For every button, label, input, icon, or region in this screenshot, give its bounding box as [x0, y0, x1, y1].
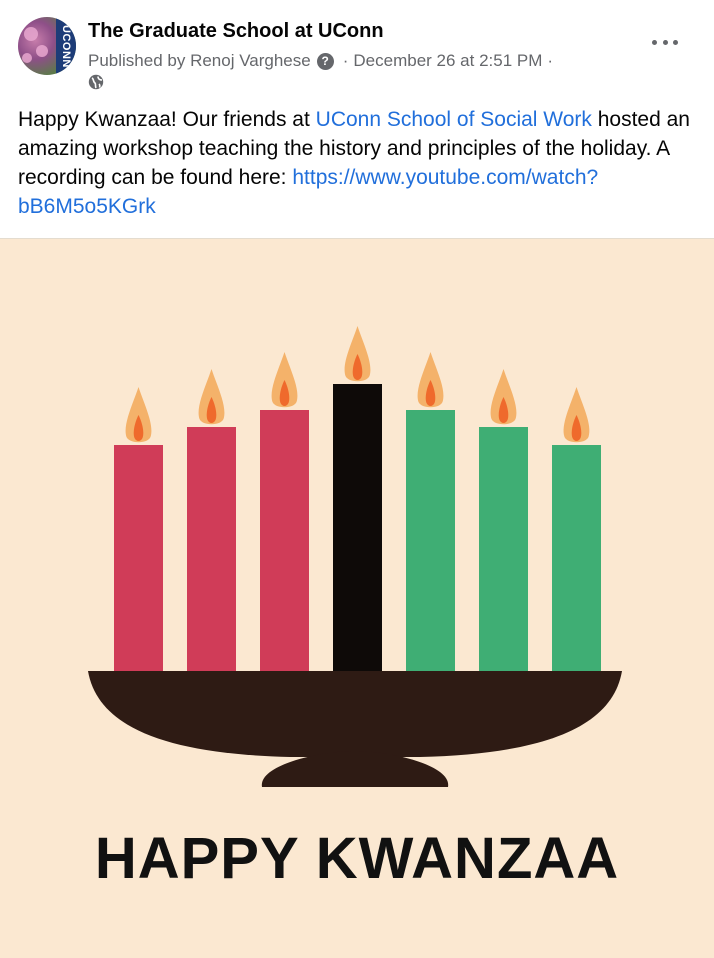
meta-separator: · — [547, 51, 554, 70]
post-meta: Published by Renoj Varghese ? · December… — [88, 51, 558, 71]
candle — [187, 427, 236, 671]
globe-icon[interactable] — [88, 74, 104, 90]
candle — [406, 410, 455, 671]
candle — [552, 445, 601, 671]
candle — [333, 384, 382, 671]
mention-link[interactable]: UConn School of Social Work — [316, 108, 592, 131]
post-timestamp[interactable]: December 26 at 2:51 PM — [353, 51, 542, 71]
happy-kwanzaa-text: HAPPY KWANZAA — [94, 826, 620, 891]
uconn-logo: UCONN — [56, 17, 76, 75]
post-image[interactable]: HAPPY KWANZAA — [0, 238, 714, 958]
page-name-link[interactable]: The Graduate School at UConn — [88, 20, 384, 43]
published-by-text: Published by Renoj Varghese — [88, 51, 311, 70]
more-icon[interactable] — [652, 32, 678, 52]
candle — [260, 410, 309, 671]
candle — [479, 427, 528, 671]
kinara-holder — [88, 671, 622, 787]
candle — [114, 445, 163, 671]
post-text-intro: Happy Kwanzaa! Our friends at — [18, 108, 316, 131]
post-header: UCONN The Graduate School at UConn Publi… — [0, 0, 714, 100]
meta-separator: · — [342, 51, 349, 70]
help-icon[interactable]: ? — [316, 52, 334, 70]
page-avatar[interactable]: UCONN — [18, 17, 76, 75]
facebook-post: UCONN The Graduate School at UConn Publi… — [0, 0, 714, 958]
post-text: Happy Kwanzaa! Our friends at UConn Scho… — [18, 105, 698, 221]
